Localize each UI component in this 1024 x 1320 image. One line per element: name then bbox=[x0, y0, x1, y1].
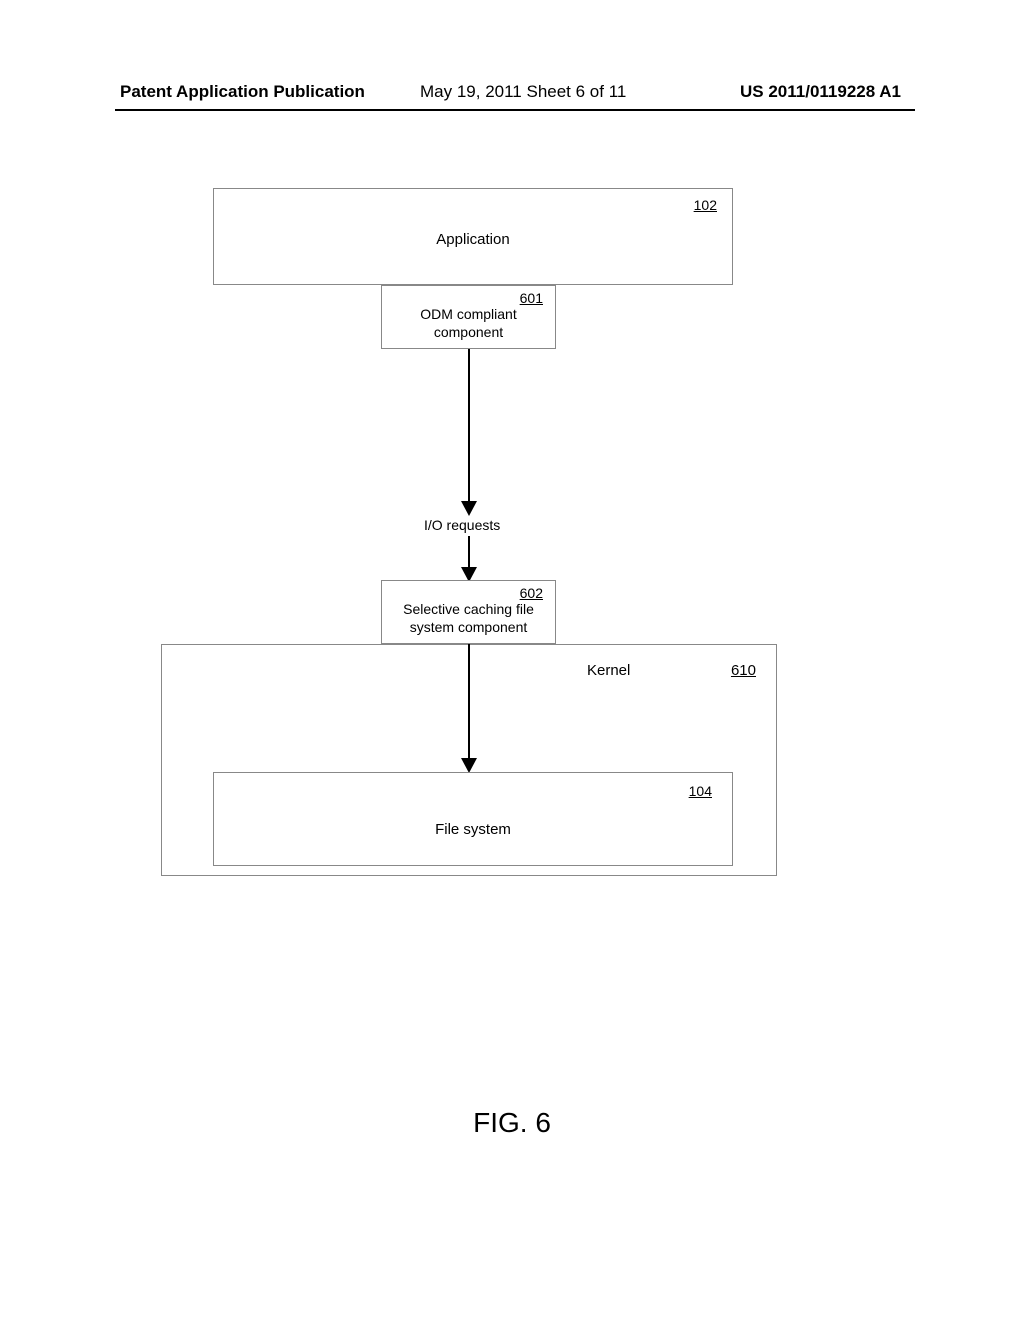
header-right: US 2011/0119228 A1 bbox=[740, 82, 901, 102]
arrowhead-3 bbox=[461, 758, 477, 773]
filesystem-ref: 104 bbox=[689, 783, 712, 799]
odm-ref: 601 bbox=[520, 290, 543, 306]
header-left: Patent Application Publication bbox=[120, 82, 365, 102]
selective-cache-ref: 602 bbox=[520, 585, 543, 601]
application-ref: 102 bbox=[694, 197, 717, 213]
arrow-line-1 bbox=[468, 349, 470, 509]
io-requests-label: I/O requests bbox=[424, 517, 500, 533]
odm-label: ODM compliantcomponent bbox=[382, 306, 555, 341]
page-header: Patent Application Publication May 19, 2… bbox=[0, 82, 1024, 112]
kernel-ref: 610 bbox=[731, 662, 756, 679]
filesystem-box: File system 104 bbox=[213, 772, 733, 866]
filesystem-label: File system bbox=[214, 821, 732, 838]
application-box: Application 102 bbox=[213, 188, 733, 285]
odm-box: ODM compliantcomponent 601 bbox=[381, 285, 556, 349]
arrow-line-3 bbox=[468, 644, 470, 771]
selective-cache-label: Selective caching filesystem component bbox=[382, 601, 555, 636]
header-rule bbox=[115, 109, 915, 111]
arrowhead-1 bbox=[461, 501, 477, 516]
header-mid: May 19, 2011 Sheet 6 of 11 bbox=[420, 82, 626, 102]
application-label: Application bbox=[214, 231, 732, 248]
figure-caption: FIG. 6 bbox=[0, 1107, 1024, 1139]
kernel-label: Kernel bbox=[587, 662, 630, 679]
selective-cache-box: Selective caching filesystem component 6… bbox=[381, 580, 556, 644]
